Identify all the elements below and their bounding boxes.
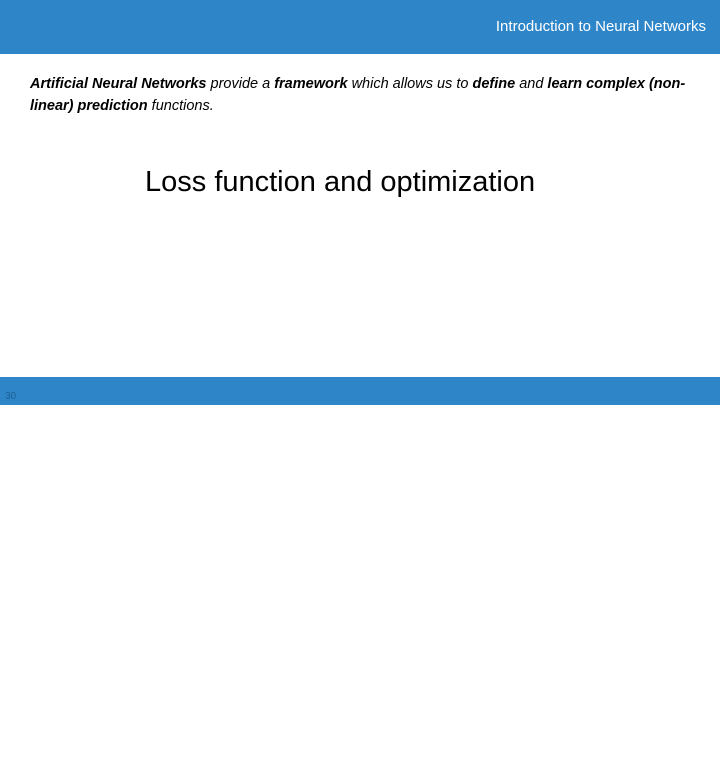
intro-paragraph: Artificial Neural Networks provide a fra… [30, 73, 700, 117]
intro-term-ann: Artificial Neural Networks [30, 76, 207, 92]
footer-bar: Dr. Christoforos Christoforou [0, 377, 720, 777]
intro-text: functions. [147, 98, 214, 114]
intro-term-learn: learn [547, 76, 583, 92]
intro-term-framework: framework [274, 76, 348, 92]
section-title: Loss function and optimization [145, 166, 536, 198]
intro-text: and [515, 76, 548, 92]
author-name: Dr. Christoforos Christoforou [515, 760, 706, 777]
intro-text: which allows us to [347, 76, 473, 92]
intro-term-define: define [472, 76, 516, 92]
page-number: 30 [5, 391, 17, 402]
presentation-title: Introduction to Neural Networks [495, 18, 706, 35]
intro-text: provide a [206, 76, 275, 92]
header-bar: Introduction to Neural Networks [0, 0, 720, 54]
